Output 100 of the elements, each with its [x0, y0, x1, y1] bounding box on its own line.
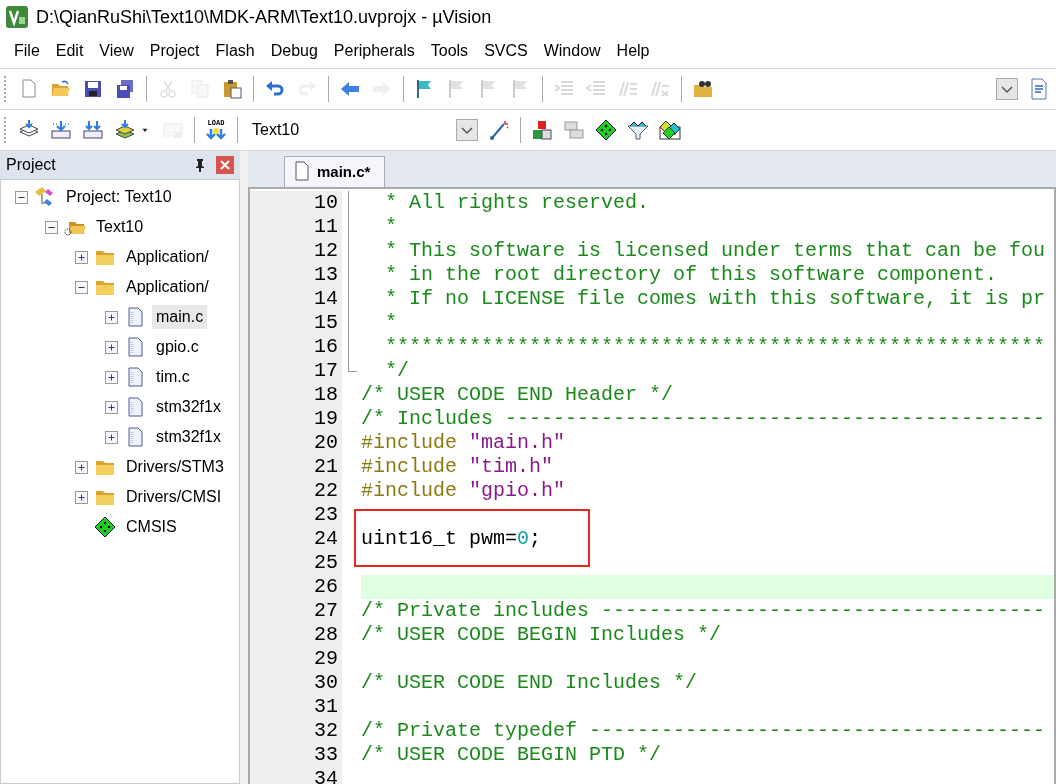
tree-item[interactable]: Drivers/STM3 — [122, 455, 228, 479]
menu-item[interactable]: Tools — [422, 39, 477, 63]
line-number: 28 — [250, 623, 342, 647]
tree-item[interactable]: Drivers/CMSI — [122, 485, 226, 509]
tree-item[interactable]: stm32f1x — [152, 395, 225, 419]
line-number: 24 — [250, 527, 342, 551]
menu-item[interactable]: File — [6, 39, 48, 63]
code-line: /* Includes --------------------------------------------- — [361, 407, 1046, 430]
menu-item[interactable]: Edit — [47, 39, 92, 63]
download-tray-icon[interactable] — [50, 119, 72, 141]
window-title: D:\QianRuShi\Text10\MDK-ARM\Text10.uvprojx - µVision — [36, 6, 492, 28]
expand-icon[interactable] — [105, 430, 118, 444]
wand-icon[interactable] — [488, 119, 510, 141]
floppy-disks-icon[interactable] — [114, 78, 136, 100]
dropdown-button[interactable] — [456, 119, 478, 141]
expand-icon[interactable] — [105, 370, 118, 384]
tree-item[interactable]: Application/ — [122, 245, 213, 269]
close-icon[interactable] — [216, 156, 234, 174]
tree-item[interactable]: tim.c — [152, 365, 194, 389]
line-number: 16 — [250, 335, 342, 359]
code-line: */ — [384, 359, 409, 382]
code-line: * — [384, 311, 397, 334]
code-line: /* USER CODE END Includes */ — [361, 671, 698, 694]
menu-item[interactable]: View — [91, 39, 142, 63]
line-number: 13 — [250, 263, 342, 287]
line-number: 14 — [250, 287, 342, 311]
line-number: 32 — [250, 719, 342, 743]
tree-item[interactable]: CMSIS — [122, 515, 181, 539]
menu-item[interactable]: SVCS — [476, 39, 536, 63]
diamonds-icon[interactable] — [659, 119, 681, 141]
line-number: 34 — [250, 767, 342, 784]
code-line: /* Private typedef -------------------------------------- — [361, 719, 1046, 742]
line-number: 23 — [250, 503, 342, 527]
folder-binoculars-icon[interactable] — [692, 78, 714, 100]
expand-icon[interactable] — [75, 250, 88, 264]
code-line: * in the root directory of this software component. — [384, 263, 998, 286]
chevron-down-icon[interactable] — [996, 78, 1018, 100]
menu-item[interactable]: Peripherals — [325, 39, 423, 63]
diamond-icon — [94, 516, 116, 538]
tree-item[interactable]: stm32f1x — [152, 425, 225, 449]
line-number: 21 — [250, 455, 342, 479]
menu-item[interactable]: Help — [608, 39, 658, 63]
line-number: 18 — [250, 383, 342, 407]
menu-item[interactable]: Window — [535, 39, 609, 63]
code-line: #include "tim.h" — [361, 455, 554, 478]
app-logo-icon — [6, 6, 28, 28]
line-number: 20 — [250, 431, 342, 455]
code-line: * — [384, 215, 397, 238]
expand-icon[interactable] — [105, 400, 118, 414]
line-number: 30 — [250, 671, 342, 695]
expand-icon[interactable] — [105, 310, 118, 324]
line-number: 26 — [250, 575, 342, 599]
line-number: 12 — [250, 239, 342, 263]
code-line: #include "gpio.h" — [361, 479, 566, 502]
code-line: /* USER CODE BEGIN Includes */ — [361, 623, 722, 646]
blocks-icon[interactable] — [531, 119, 553, 141]
diamond-icon[interactable] — [595, 119, 617, 141]
document-icon[interactable] — [1028, 78, 1050, 100]
line-number: 27 — [250, 599, 342, 623]
panel-title: Project — [6, 156, 57, 174]
line-number: 31 — [250, 695, 342, 719]
line-number: 10 — [250, 191, 342, 215]
expand-icon[interactable] — [75, 490, 88, 504]
collapse-icon[interactable] — [15, 190, 28, 204]
menu-item[interactable]: Flash — [207, 39, 263, 63]
code-line: * If no LICENSE file comes with this software, it is pr — [384, 287, 1046, 310]
line-number: 25 — [250, 551, 342, 575]
code-line: /* Private includes ------------------------------------- — [361, 599, 1046, 622]
tree-item[interactable]: Text10 — [92, 215, 148, 239]
code-line: /* USER CODE BEGIN PTD */ — [361, 743, 662, 766]
tree-item[interactable]: main.c — [152, 305, 208, 329]
target-select[interactable]: Text10 — [248, 119, 446, 141]
line-number: 22 — [250, 479, 342, 503]
expand-icon[interactable] — [105, 340, 118, 354]
funnel-icon[interactable] — [627, 119, 649, 141]
menu-item[interactable]: Debug — [262, 39, 326, 63]
line-number: 33 — [250, 743, 342, 767]
editor-tab[interactable]: main.c* — [284, 156, 386, 187]
download-tray-icon[interactable] — [82, 119, 104, 141]
line-number: 17 — [250, 359, 342, 383]
menu-item[interactable]: Project — [141, 39, 208, 63]
pin-icon[interactable] — [194, 158, 206, 172]
layers-icon[interactable] — [114, 119, 136, 141]
file-icon — [295, 161, 309, 181]
collapse-icon[interactable] — [75, 280, 88, 294]
code-line: #include "main.h" — [361, 431, 566, 454]
line-number: 19 — [250, 407, 342, 431]
line-number: 29 — [250, 647, 342, 671]
code-line: uint16_t pwm=0; — [361, 527, 542, 550]
collapse-icon[interactable] — [45, 220, 58, 234]
tree-item[interactable]: Project: Text10 — [62, 185, 176, 209]
code-line: ******************************************************* — [384, 335, 1046, 358]
project-icon — [34, 186, 56, 208]
code-line: * This software is licensed under terms that can be fou — [384, 239, 1046, 262]
expand-icon[interactable] — [75, 460, 88, 474]
tree-item[interactable]: Application/ — [122, 275, 213, 299]
line-number: 11 — [250, 215, 342, 239]
code-line: /* USER CODE END Header */ — [361, 383, 674, 406]
tree-item[interactable]: gpio.c — [152, 335, 203, 359]
clipboard-icon[interactable] — [221, 78, 243, 100]
